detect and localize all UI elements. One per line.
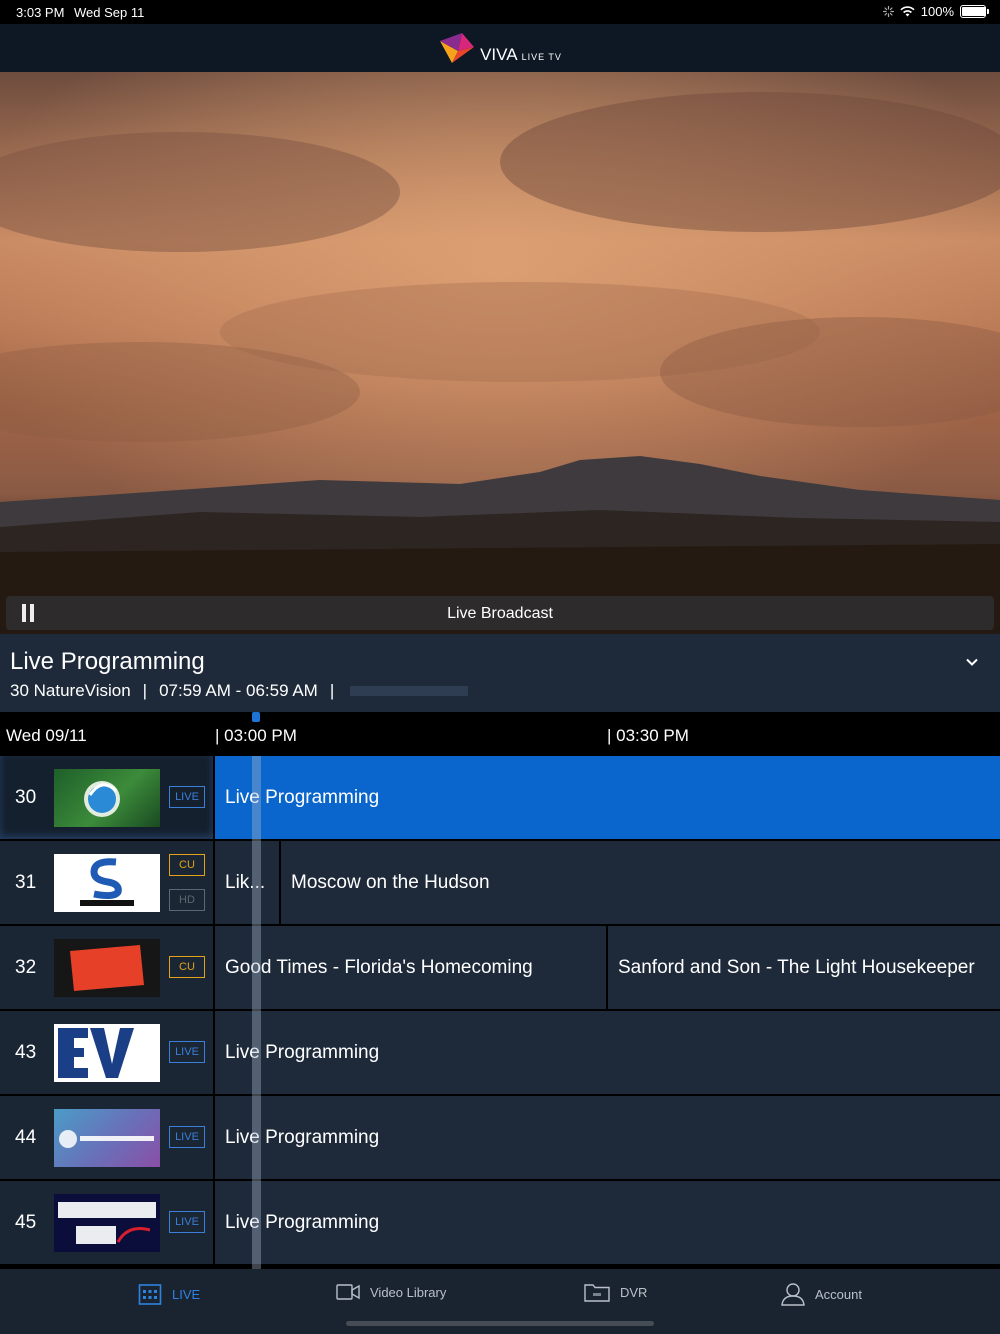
guide-date: Wed 09/11	[6, 726, 87, 745]
home-indicator[interactable]	[346, 1321, 654, 1326]
status-bar: 3:03 PM Wed Sep 11 100%	[0, 0, 1000, 24]
badge-live: LIVE	[169, 1041, 205, 1063]
status-time: 3:03 PM	[16, 5, 65, 20]
channel-logo-sportstv	[54, 1194, 160, 1252]
program-cell[interactable]: Sanford and Son - The Light Housekeeper	[608, 926, 1000, 1009]
meta-separator: |	[142, 681, 148, 700]
channel-row: 30 LIVE Live Programming	[0, 756, 1000, 839]
channel-row: 43 LIVE Live Programming	[0, 1011, 1000, 1094]
brand-name: VIVA	[480, 45, 518, 64]
sportstv-logo-icon	[58, 1202, 156, 1244]
guide-timeline: Wed 09/11 | 03:00 PM | 03:30 PM	[0, 712, 1000, 756]
sony-logo-icon	[80, 858, 134, 906]
channel-cell[interactable]: 30 LIVE	[0, 756, 213, 839]
program-progress-bar	[350, 686, 469, 696]
channel-number: 44	[15, 1127, 37, 1148]
badge-live: LIVE	[169, 786, 205, 808]
channel-row: 45 LIVE Live Programming	[0, 1181, 1000, 1264]
meta-separator: |	[329, 681, 335, 700]
status-date: Wed Sep 11	[74, 5, 145, 20]
brand-logo: VIVA LIVE TV	[438, 31, 562, 65]
program-cell[interactable]: Live Programming	[215, 1011, 1000, 1094]
player-controls: Live Broadcast	[6, 596, 994, 630]
folder-rec-icon	[584, 1284, 610, 1302]
viva-logo-icon	[440, 33, 475, 63]
program-cell[interactable]: Live Programming	[215, 1096, 1000, 1179]
tab-live[interactable]: LIVE	[138, 1282, 200, 1306]
nvtv-logo-icon	[84, 781, 120, 817]
channel-cell[interactable]: 45 LIVE	[0, 1181, 213, 1264]
tab-label: Account	[815, 1286, 862, 1302]
channel-cell[interactable]: 43 LIVE	[0, 1011, 213, 1094]
tab-label: DVR	[620, 1284, 648, 1300]
channel-cell[interactable]: 32 CU	[0, 926, 213, 1009]
channel-row: 44 LIVE Live Programming	[0, 1096, 1000, 1179]
evtv-logo-icon	[58, 1028, 134, 1078]
channel-logo-nvtv	[54, 769, 160, 827]
tab-dvr[interactable]: DVR	[584, 1282, 647, 1302]
chevron-down-icon[interactable]	[966, 656, 978, 668]
app-header: VIVA LIVE TV	[0, 24, 1000, 72]
tab-video-library[interactable]: Video Library	[336, 1282, 446, 1302]
badge-cu: CU	[169, 854, 205, 876]
now-playing-panel: Live Programming 30 NatureVision | 07:59…	[0, 634, 1000, 712]
gettv-logo-icon	[70, 945, 144, 991]
channel-logo-gettv	[54, 939, 160, 997]
now-time-line	[252, 756, 261, 1269]
now-playing-meta: 30 NatureVision | 07:59 AM - 06:59 AM |	[10, 681, 469, 701]
time-slot: | 03:30 PM	[607, 726, 689, 745]
tab-account[interactable]: Account	[781, 1282, 862, 1306]
calendar-icon	[138, 1284, 162, 1305]
now-playing-time: 07:59 AM - 06:59 AM	[159, 681, 318, 700]
wifi-icon	[900, 6, 915, 17]
badge-live: LIVE	[169, 1126, 205, 1148]
tab-label: LIVE	[172, 1286, 201, 1302]
program-cell[interactable]: Moscow on the Hudson	[281, 841, 1000, 924]
channel-row: 32 CU Good Times - Florida's Homecoming …	[0, 926, 1000, 1009]
time-slot: | 03:00 PM	[215, 726, 297, 745]
channel-number: 45	[15, 1212, 37, 1233]
live-broadcast-label: Live Broadcast	[447, 605, 553, 622]
battery-percent: 100%	[920, 4, 954, 19]
program-cell[interactable]: Lik...	[215, 841, 279, 924]
tab-label: Video Library	[370, 1284, 447, 1300]
badge-cu: CU	[169, 956, 205, 978]
channel-guide-grid: 30 LIVE Live Programming 31 CU HD Lik...…	[0, 756, 1000, 1269]
program-cell[interactable]: Live Programming	[215, 1181, 1000, 1264]
person-icon	[781, 1283, 805, 1306]
channel-row: 31 CU HD Lik... Moscow on the Hudson	[0, 841, 1000, 924]
video-camera-icon	[336, 1284, 360, 1300]
channel-cell[interactable]: 44 LIVE	[0, 1096, 213, 1179]
channel-cell[interactable]: 31 CU HD	[0, 841, 213, 924]
channel-number: 31	[15, 872, 37, 893]
program-cell[interactable]: Live Programming	[215, 756, 1000, 839]
badge-hd: HD	[169, 889, 205, 911]
video-frame	[0, 72, 1000, 634]
channel-logo-medicostv	[54, 1109, 160, 1167]
current-time-marker[interactable]	[252, 712, 260, 722]
channel-number: 43	[15, 1042, 37, 1063]
channel-number: 32	[15, 957, 37, 978]
channel-logo-sony	[54, 854, 160, 912]
activity-spinner-icon	[882, 6, 894, 17]
badge-live: LIVE	[169, 1211, 205, 1233]
brand-subtitle: LIVE TV	[521, 52, 562, 62]
program-cell[interactable]: Good Times - Florida's Homecoming	[215, 926, 606, 1009]
video-player[interactable]: Live Broadcast	[0, 72, 1000, 634]
channel-number: 30	[15, 787, 37, 808]
battery-icon	[960, 5, 989, 18]
now-playing-title: Live Programming	[10, 648, 205, 675]
medicostv-logo-icon	[59, 1130, 154, 1148]
status-right: 100%	[882, 4, 989, 19]
now-playing-channel: 30 NatureVision	[10, 681, 131, 700]
channel-logo-evtv	[54, 1024, 160, 1082]
